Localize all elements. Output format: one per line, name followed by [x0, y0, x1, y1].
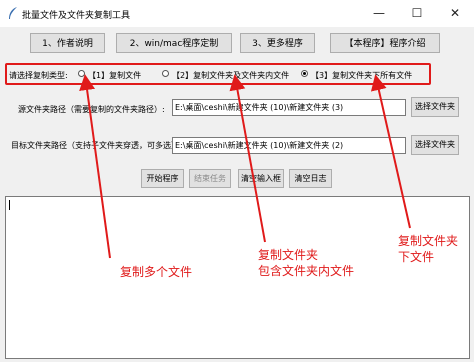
annotation-copy-files: 复制多个文件	[120, 265, 193, 279]
arrow-to-option-2	[229, 74, 266, 243]
annotation-copy-all-line2: 下文件	[398, 250, 435, 264]
arrow-to-option-3	[370, 74, 411, 229]
annotation-copy-folder-line1: 复制文件夹	[258, 248, 319, 262]
arrow-to-option-1	[79, 74, 111, 259]
annotation-copy-all-line1: 复制文件夹	[398, 234, 459, 248]
annotation-copy-folder-line2: 包含文件夹内文件	[258, 264, 355, 278]
annotation-arrows	[79, 74, 411, 259]
